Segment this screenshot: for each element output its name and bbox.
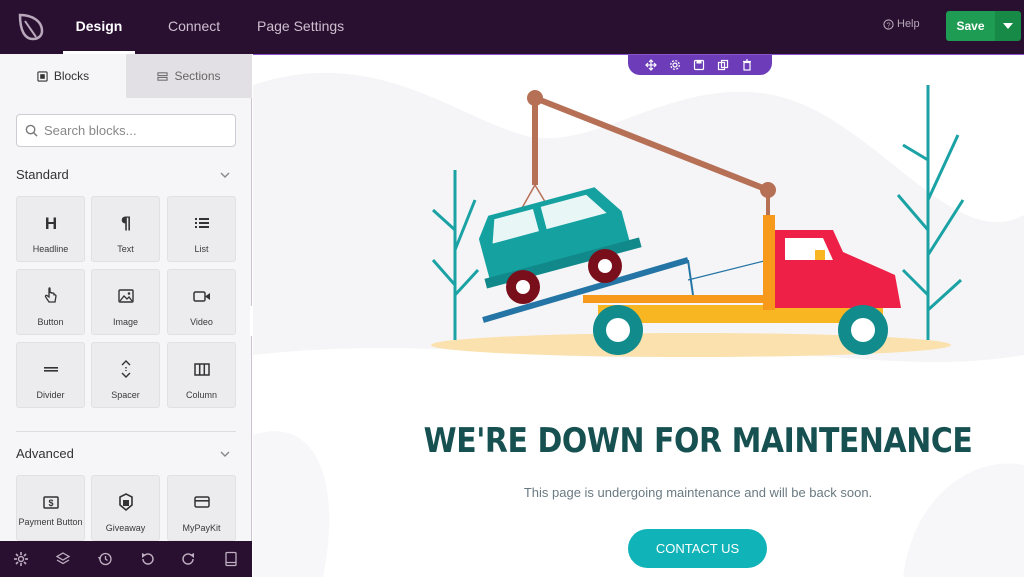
giveaway-icon <box>119 493 133 512</box>
card-icon <box>194 496 210 508</box>
headline-icon: H <box>45 214 57 233</box>
block-giveaway[interactable]: Giveaway <box>91 475 160 541</box>
block-label: MyPayKit <box>182 523 221 533</box>
block-label: Giveaway <box>105 523 146 533</box>
gear-icon[interactable] <box>13 551 29 567</box>
tab-sections-label: Sections <box>174 69 221 83</box>
block-label: Divider <box>36 390 65 400</box>
block-list[interactable]: List <box>167 196 236 262</box>
block-column[interactable]: Column <box>167 342 236 408</box>
seedprod-logo-icon[interactable] <box>16 11 46 41</box>
help-label: Help <box>897 18 920 30</box>
save-options-dropdown[interactable] <box>995 11 1021 41</box>
spacer-icon <box>121 360 131 378</box>
layers-icon[interactable] <box>55 551 71 567</box>
list-icon <box>195 218 209 228</box>
tab-design[interactable]: Design <box>63 0 135 54</box>
tab-sections[interactable]: Sections <box>126 54 252 98</box>
history-icon[interactable] <box>97 551 113 567</box>
page-subtext[interactable]: This page is undergoing maintenance and … <box>253 485 1024 500</box>
page-headline[interactable]: WE'RE DOWN FOR MAINTENANCE <box>306 421 1024 461</box>
blocks-icon <box>37 70 48 82</box>
block-video[interactable]: Video <box>167 269 236 335</box>
pointer-icon <box>44 287 57 303</box>
search-placeholder: Search blocks... <box>44 123 137 138</box>
paragraph-icon: ¶ <box>121 214 132 233</box>
tow-truck-illustration <box>431 85 965 357</box>
block-mypaykit[interactable]: MyPayKit <box>167 475 236 541</box>
svg-text:?: ? <box>886 20 890 29</box>
svg-text:¶: ¶ <box>121 214 132 233</box>
save-template-icon[interactable] <box>693 59 705 71</box>
trash-icon[interactable] <box>741 59 753 71</box>
search-input[interactable]: Search blocks... <box>16 114 236 147</box>
block-label: Headline <box>32 244 69 254</box>
svg-text:$: $ <box>48 498 53 508</box>
settings-icon[interactable] <box>669 59 681 71</box>
block-image[interactable]: Image <box>91 269 160 335</box>
page-canvas[interactable]: WE'RE DOWN FOR MAINTENANCE This page is … <box>253 54 1024 577</box>
block-payment-button[interactable]: $ Payment Button <box>16 475 85 541</box>
chevron-down-icon[interactable] <box>220 170 230 180</box>
search-icon <box>25 124 38 137</box>
section-toolbar <box>628 55 772 75</box>
block-headline[interactable]: H Headline <box>16 196 85 262</box>
tab-blocks[interactable]: Blocks <box>0 54 126 98</box>
sections-icon <box>157 71 169 81</box>
block-divider[interactable]: Divider <box>16 342 85 408</box>
video-icon <box>193 291 210 302</box>
block-spacer[interactable]: Spacer <box>91 342 160 408</box>
duplicate-icon[interactable] <box>717 59 729 71</box>
help-link[interactable]: ? Help <box>883 18 920 30</box>
divider-icon <box>44 367 58 372</box>
contact-us-button[interactable]: CONTACT US <box>628 529 767 568</box>
block-label: Image <box>112 317 138 327</box>
block-label: Video <box>190 317 213 327</box>
block-label: Button <box>37 317 64 327</box>
chevron-down-icon[interactable] <box>220 449 230 459</box>
advanced-section-title: Advanced <box>16 446 74 461</box>
standard-section-title: Standard <box>16 167 69 182</box>
section-divider <box>16 431 236 432</box>
move-icon[interactable] <box>645 59 657 71</box>
undo-icon[interactable] <box>139 551 155 567</box>
block-label: Spacer <box>111 390 140 400</box>
block-label: Text <box>117 244 134 254</box>
device-preview-icon[interactable] <box>223 551 239 567</box>
image-icon <box>118 289 134 303</box>
help-icon: ? <box>883 18 894 30</box>
block-text[interactable]: ¶ Text <box>91 196 160 262</box>
redo-icon[interactable] <box>181 551 197 567</box>
payment-icon: $ <box>43 496 59 509</box>
save-button[interactable]: Save <box>946 11 995 41</box>
tab-page-settings[interactable]: Page Settings <box>257 0 344 54</box>
top-bar: Design Connect Page Settings ? Help Save <box>0 0 1024 54</box>
block-label: Column <box>185 390 217 400</box>
tab-connect[interactable]: Connect <box>168 0 220 54</box>
svg-text:H: H <box>45 214 57 233</box>
bottom-toolbar <box>0 541 252 577</box>
block-button[interactable]: Button <box>16 269 85 335</box>
blocks-sidebar: Blocks Sections Search blocks... Standar… <box>0 54 252 541</box>
tab-blocks-label: Blocks <box>53 69 90 83</box>
block-label: Payment Button <box>18 517 83 527</box>
block-label: List <box>194 244 209 254</box>
column-icon <box>194 363 210 376</box>
